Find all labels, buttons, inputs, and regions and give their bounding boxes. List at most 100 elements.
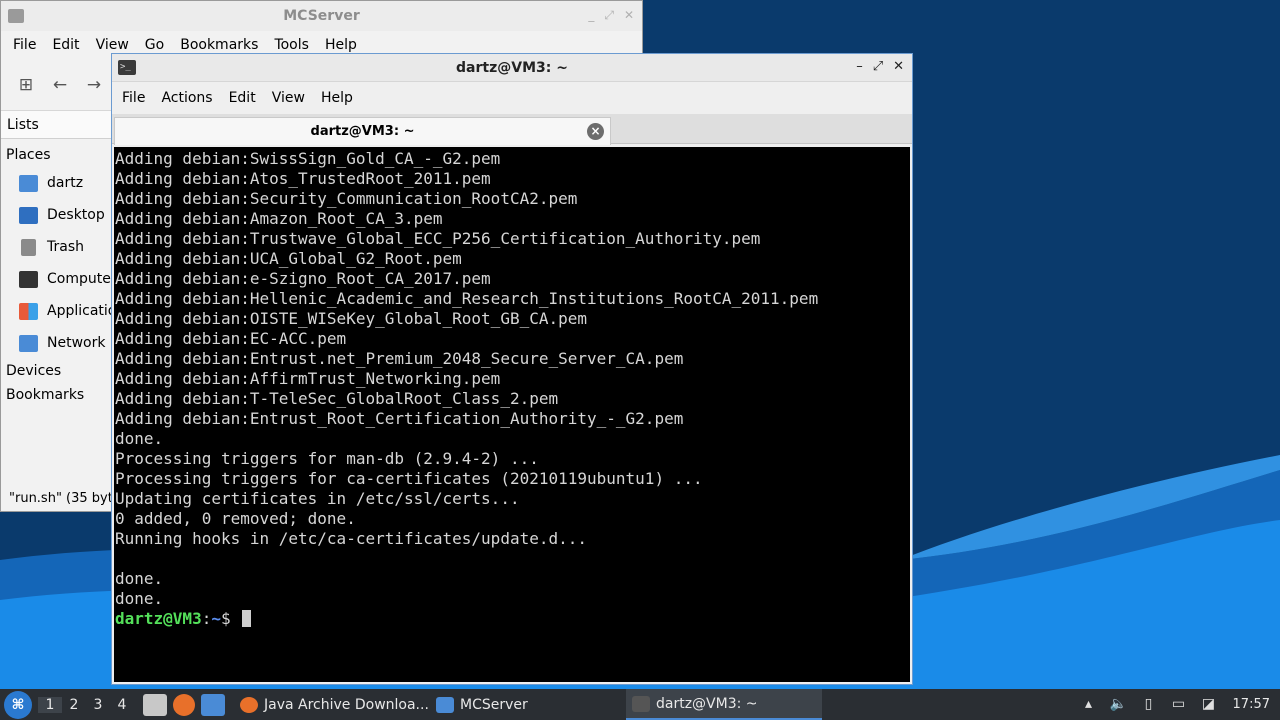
task-terminal[interactable]: dartz@VM3: ~ xyxy=(626,689,822,720)
back-arrow-icon[interactable]: ← xyxy=(47,75,73,95)
applications-icon xyxy=(19,302,38,320)
terminal-output-line: done. xyxy=(115,429,164,448)
terminal-output-line: Updating certificates in /etc/ssl/certs.… xyxy=(115,489,520,508)
maximize-icon[interactable]: ⤢ xyxy=(873,59,883,74)
prompt-user: dartz@VM3 xyxy=(115,609,202,628)
minimize-icon[interactable]: _ xyxy=(588,8,594,23)
places-sidebar: Places dartz Desktop Trash Computer Appl… xyxy=(1,143,113,407)
terminal-window: >_ dartz@VM3: ~ – ⤢ ✕ File Actions Edit … xyxy=(111,53,913,685)
updates-icon[interactable]: ◪ xyxy=(1199,696,1219,714)
term-menu-actions[interactable]: Actions xyxy=(153,90,220,106)
terminal-output-line: Adding debian:e-Szigno_Root_CA_2017.pem xyxy=(115,269,491,288)
start-menu-icon[interactable]: ⌘ xyxy=(4,690,32,719)
terminal-output-line: Adding debian:OISTE_WISeKey_Global_Root_… xyxy=(115,309,588,328)
terminal-output-line: Adding debian:Entrust.net_Premium_2048_S… xyxy=(115,349,684,368)
workspace-4[interactable]: 4 xyxy=(110,697,134,713)
desktop-icon xyxy=(19,206,38,224)
side-pane-mode-label: Lists xyxy=(7,116,39,133)
devices-header[interactable]: Devices xyxy=(1,359,113,383)
fm-menu-tools[interactable]: Tools xyxy=(266,37,317,53)
terminal-output-line: done. xyxy=(115,569,164,588)
tray-up-arrow-icon[interactable]: ▴ xyxy=(1079,696,1099,714)
firefox-icon[interactable] xyxy=(173,693,195,716)
fm-menu-view[interactable]: View xyxy=(88,37,137,53)
place-item-home[interactable]: dartz xyxy=(1,167,113,199)
minimize-icon[interactable]: – xyxy=(856,59,863,74)
network-icon xyxy=(19,334,38,352)
place-item-trash[interactable]: Trash xyxy=(1,231,113,263)
volume-icon[interactable]: 🔈 xyxy=(1109,696,1129,714)
fm-menu-help[interactable]: Help xyxy=(317,37,365,53)
terminal-output[interactable]: Adding debian:SwissSign_Gold_CA_-_G2.pem… xyxy=(114,147,910,682)
prompt-symbol: $ xyxy=(220,609,231,628)
terminal-window-icon: >_ xyxy=(118,60,136,75)
clipboard-icon[interactable]: ▯ xyxy=(1139,696,1159,714)
close-icon[interactable]: ✕ xyxy=(893,59,904,74)
side-pane-mode-select[interactable]: Lists xyxy=(1,111,111,139)
clock[interactable]: 17:57 xyxy=(1233,697,1270,712)
workspace-2[interactable]: 2 xyxy=(62,697,86,713)
file-manager-icon[interactable] xyxy=(143,693,167,716)
terminal-output-line: Adding debian:Trustwave_Global_ECC_P256_… xyxy=(115,229,761,248)
task-file-manager[interactable]: MCServer xyxy=(430,689,626,720)
forward-arrow-icon[interactable]: → xyxy=(81,75,107,95)
term-menu-help[interactable]: Help xyxy=(313,90,361,106)
trash-icon xyxy=(21,238,36,256)
maximize-icon[interactable]: ⤢ xyxy=(604,8,614,23)
term-menu-file[interactable]: File xyxy=(114,90,153,106)
file-manager-title: MCServer xyxy=(283,8,360,24)
terminal-output-line: Adding debian:Amazon_Root_CA_3.pem xyxy=(115,209,443,228)
terminal-output-line: Adding debian:T-TeleSec_GlobalRoot_Class… xyxy=(115,389,559,408)
close-icon[interactable]: ✕ xyxy=(624,8,634,23)
term-menu-view[interactable]: View xyxy=(264,90,313,106)
network-tray-icon[interactable]: ▭ xyxy=(1169,696,1189,714)
bookmarks-header[interactable]: Bookmarks xyxy=(1,383,113,407)
file-manager-titlebar[interactable]: MCServer _ ⤢ ✕ xyxy=(1,1,642,31)
fm-menu-bookmarks[interactable]: Bookmarks xyxy=(172,37,266,53)
place-item-desktop[interactable]: Desktop xyxy=(1,199,113,231)
fm-menu-edit[interactable]: Edit xyxy=(44,37,87,53)
place-item-computer[interactable]: Computer xyxy=(1,263,113,295)
fm-menu-go[interactable]: Go xyxy=(137,37,172,53)
firefox-icon xyxy=(240,696,258,713)
show-desktop-icon[interactable] xyxy=(201,693,225,716)
workspace-1[interactable]: 1 xyxy=(38,696,62,713)
places-header[interactable]: Places xyxy=(1,143,113,167)
terminal-titlebar[interactable]: >_ dartz@VM3: ~ – ⤢ ✕ xyxy=(112,54,912,82)
terminal-output-line: done. xyxy=(115,589,164,608)
terminal-output-line: Adding debian:Security_Communication_Roo… xyxy=(115,189,578,208)
home-folder-icon xyxy=(19,174,38,192)
taskbar: ⌘ 1 2 3 4 Java Archive Downloa... MCServ… xyxy=(0,689,1280,720)
place-label: Applications xyxy=(47,303,113,319)
task-label: Java Archive Downloa... xyxy=(264,696,429,713)
term-menu-edit[interactable]: Edit xyxy=(221,90,264,106)
terminal-prompt-line: dartz@VM3:~$ xyxy=(115,609,910,629)
place-label: Desktop xyxy=(47,207,105,223)
terminal-output-line: Adding debian:UCA_Global_G2_Root.pem xyxy=(115,249,462,268)
terminal-tabbar: dartz@VM3: ~ × xyxy=(112,114,912,145)
terminal-output-line: Adding debian:EC-ACC.pem xyxy=(115,329,347,348)
terminal-output-line: Adding debian:Atos_TrustedRoot_2011.pem xyxy=(115,169,491,188)
terminal-output-line: Running hooks in /etc/ca-certificates/up… xyxy=(115,529,588,548)
terminal-icon xyxy=(632,695,650,712)
terminal-tab[interactable]: dartz@VM3: ~ × xyxy=(114,117,611,145)
place-label: Network xyxy=(47,335,106,351)
place-label: Computer xyxy=(47,271,113,287)
workspace-3[interactable]: 3 xyxy=(86,697,110,713)
new-tab-icon[interactable]: ⊞ xyxy=(13,75,39,95)
terminal-output-line: Processing triggers for ca-certificates … xyxy=(115,469,703,488)
task-label: dartz@VM3: ~ xyxy=(656,695,758,712)
terminal-output-line: Adding debian:Entrust_Root_Certification… xyxy=(115,409,684,428)
terminal-output-line: Adding debian:Hellenic_Academic_and_Rese… xyxy=(115,289,819,308)
task-firefox[interactable]: Java Archive Downloa... xyxy=(234,689,430,720)
place-item-applications[interactable]: Applications xyxy=(1,295,113,327)
tab-close-icon[interactable]: × xyxy=(587,123,604,140)
place-label: dartz xyxy=(47,175,84,191)
fm-menu-file[interactable]: File xyxy=(5,37,44,53)
terminal-menubar: File Actions Edit View Help xyxy=(112,82,912,114)
terminal-output-line: Processing triggers for man-db (2.9.4-2)… xyxy=(115,449,539,468)
terminal-output-line: Adding debian:SwissSign_Gold_CA_-_G2.pem xyxy=(115,149,501,168)
system-tray: ▴ 🔈 ▯ ▭ ◪ 17:57 xyxy=(1079,689,1280,720)
place-item-network[interactable]: Network xyxy=(1,327,113,359)
